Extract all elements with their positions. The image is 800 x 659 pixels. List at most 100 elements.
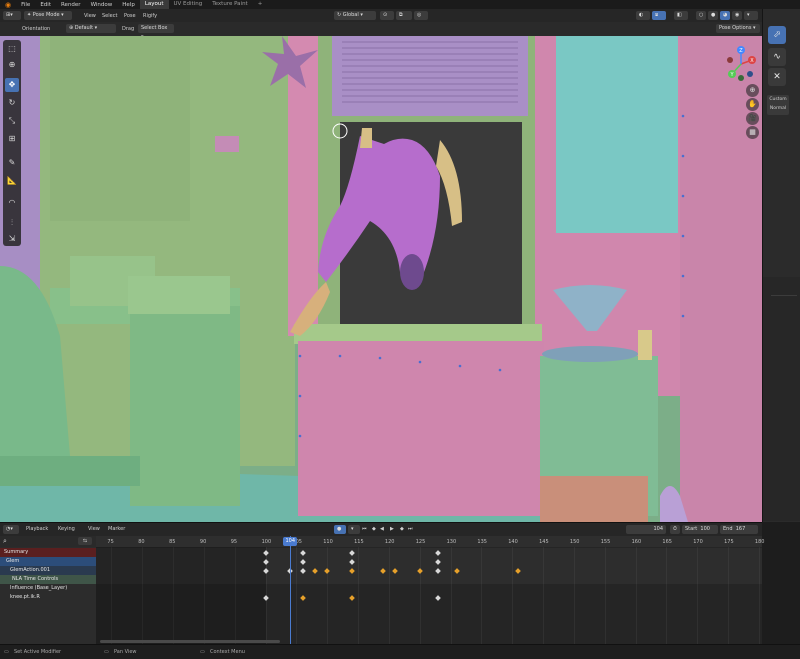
menu-edit[interactable]: Edit <box>35 2 56 8</box>
transform-orientation-select[interactable]: ↻ Global ▾ <box>334 11 376 20</box>
channel-row[interactable]: NLA Time Controls <box>0 575 96 584</box>
menu-marker[interactable]: Marker <box>108 525 125 533</box>
timeline-scrollbar[interactable] <box>100 640 280 643</box>
rotate-tool-icon[interactable]: ↻ <box>5 96 19 110</box>
bone-roll-tool-icon[interactable]: ◠ <box>5 196 19 210</box>
proportional-edit-button[interactable]: ◎ <box>414 11 428 20</box>
snap-tool-icon[interactable]: ✕ <box>768 68 786 86</box>
add-workspace-button[interactable]: + <box>253 0 268 9</box>
relax-pose-tool-icon[interactable]: ⫶ <box>5 216 19 230</box>
shading-material-button[interactable]: ◕ <box>720 11 730 20</box>
menu-pose[interactable]: Pose <box>124 12 136 20</box>
scale-tool-icon[interactable]: ⤡ <box>5 114 19 128</box>
right-sidebar-strip: ⬀ ∿ ✕ Custom Normal <box>762 9 800 522</box>
snap-toggle[interactable]: ⧉ <box>396 11 412 20</box>
camera-view-icon[interactable]: 🎥 <box>746 112 759 125</box>
cursor-tool-icon[interactable]: ⊕ <box>5 58 19 72</box>
custom-normal-panel[interactable]: Custom Normal <box>767 95 789 115</box>
status-left: Set Active Modifier <box>14 649 62 655</box>
current-frame-field[interactable]: 104 <box>626 525 666 534</box>
pan-hand-icon[interactable]: ✋ <box>746 98 759 111</box>
shading-rendered-button[interactable]: ◉ <box>732 11 742 20</box>
perspective-toggle-icon[interactable]: ▦ <box>746 126 759 139</box>
dopesheet-area[interactable] <box>96 547 762 644</box>
curve-tool-icon[interactable]: ∿ <box>768 48 786 66</box>
next-keyframe-icon[interactable]: ◆ <box>400 525 404 533</box>
menu-file[interactable]: File <box>16 2 35 8</box>
pivot-point-button[interactable]: ⊙ <box>380 11 394 20</box>
keying-menu-button[interactable]: ▾ <box>348 525 360 534</box>
menu-rigify[interactable]: Rigify <box>143 12 157 20</box>
orientation-select[interactable]: ⊕ Default ▾ <box>66 24 116 33</box>
frame-grid-line <box>758 547 760 644</box>
zoom-icon[interactable]: ⊕ <box>746 84 759 97</box>
out-of-range-shade <box>96 547 266 644</box>
status-right: Context Menu <box>210 649 245 655</box>
frame-grid-line <box>327 547 329 644</box>
channel-row[interactable]: Summary <box>0 548 96 557</box>
jump-start-icon[interactable]: ⏮ <box>362 525 367 533</box>
prev-keyframe-icon[interactable]: ◆ <box>372 525 376 533</box>
move-tool-icon[interactable]: ✥ <box>5 78 19 92</box>
play-icon[interactable]: ▶ <box>390 525 394 533</box>
editor-type-button[interactable]: ⊞▾ <box>3 11 21 20</box>
transform-tool-icon[interactable]: ⊞ <box>5 132 19 146</box>
navigation-gizmo[interactable]: X Z Y <box>724 44 758 84</box>
outliner-partial[interactable] <box>763 277 800 521</box>
record-auto-key-button[interactable]: ● <box>334 525 346 534</box>
show-gizmo-button[interactable]: ◐ <box>636 11 650 20</box>
channel-row[interactable]: Influence (Base_Layer) <box>0 584 96 593</box>
channel-row[interactable]: knee.pt.ik.R <box>0 593 96 602</box>
mode-select[interactable]: ✦ Pose Mode ▾ <box>24 11 72 20</box>
shading-options-button[interactable]: ▾ <box>744 11 758 20</box>
ruler-tick-label: 155 <box>600 539 611 545</box>
jump-end-icon[interactable]: ⏭ <box>408 525 413 533</box>
tool-settings-bar: Orientation ⊕ Default ▾ Drag Select Box … <box>0 22 762 40</box>
ruler-tick-label: 115 <box>354 539 364 545</box>
blender-logo-icon[interactable]: ◉ <box>0 1 16 9</box>
play-reverse-icon[interactable]: ◀ <box>380 525 384 533</box>
shading-solid-button[interactable]: ● <box>708 11 718 20</box>
channel-row[interactable]: Glem <box>0 557 96 566</box>
menu-render[interactable]: Render <box>56 2 86 8</box>
ruler-tick-label: 150 <box>569 539 580 545</box>
viewport-header: ⊞▾ ✦ Pose Mode ▾ View Select Pose Rigify… <box>0 9 762 22</box>
frame-grid-line <box>450 547 452 644</box>
filter-icon[interactable]: ⇆ <box>78 537 92 545</box>
orientation-label: Orientation <box>22 26 51 32</box>
shading-wireframe-button[interactable]: ○ <box>696 11 706 20</box>
start-frame-field[interactable]: Start 100 <box>682 525 718 534</box>
ruler-tick-label: 125 <box>415 539 426 545</box>
playhead-frame-label[interactable]: 104 <box>283 537 298 546</box>
menu-timeline-view[interactable]: View <box>88 525 100 533</box>
annotate-tool-icon[interactable]: ✎ <box>5 156 19 170</box>
normal-label: Normal <box>769 106 787 111</box>
menu-help[interactable]: Help <box>117 2 140 8</box>
timeline-editor-type-button[interactable]: ◔▾ <box>3 525 19 534</box>
workspace-tab-layout[interactable]: Layout <box>139 0 169 9</box>
channel-search[interactable]: ⌕ ⇆ <box>0 536 96 547</box>
frame-ruler[interactable]: 75 80 85 90 95 100 105 110 115 120 125 130 135 140 145… <box>96 536 764 547</box>
playhead-line[interactable] <box>290 536 292 644</box>
3d-viewport[interactable] <box>0 36 762 522</box>
use-preview-range-toggle[interactable]: ⏱ <box>670 525 680 534</box>
menu-select[interactable]: Select <box>102 12 117 20</box>
channel-row[interactable]: GlemAction.001 <box>0 566 96 575</box>
overlay-toggle[interactable]: ⧈ <box>652 11 666 20</box>
xray-toggle[interactable]: ◧ <box>674 11 688 20</box>
select-box-tool-icon[interactable]: ⬚ <box>5 42 19 56</box>
ruler-tick-label: 80 <box>138 539 145 545</box>
menu-view[interactable]: View <box>84 12 96 20</box>
select-mode-icon[interactable]: ⬀ <box>768 26 786 44</box>
workspace-tab-uv-editing[interactable]: UV Editing <box>169 0 208 9</box>
drag-select[interactable]: Select Box ▾ <box>138 24 174 40</box>
menu-window[interactable]: Window <box>86 2 118 8</box>
menu-keying[interactable]: Keying <box>58 525 75 533</box>
pose-options-button[interactable]: Pose Options ▾ <box>716 24 760 33</box>
push-pose-tool-icon[interactable]: ⇲ <box>5 232 19 246</box>
measure-tool-icon[interactable]: 📐 <box>5 174 19 188</box>
menu-playback[interactable]: Playback <box>26 525 48 533</box>
end-frame-field[interactable]: End 167 <box>720 525 758 534</box>
workspace-tab-texture-paint[interactable]: Texture Paint <box>207 0 253 9</box>
tray <box>542 346 638 362</box>
